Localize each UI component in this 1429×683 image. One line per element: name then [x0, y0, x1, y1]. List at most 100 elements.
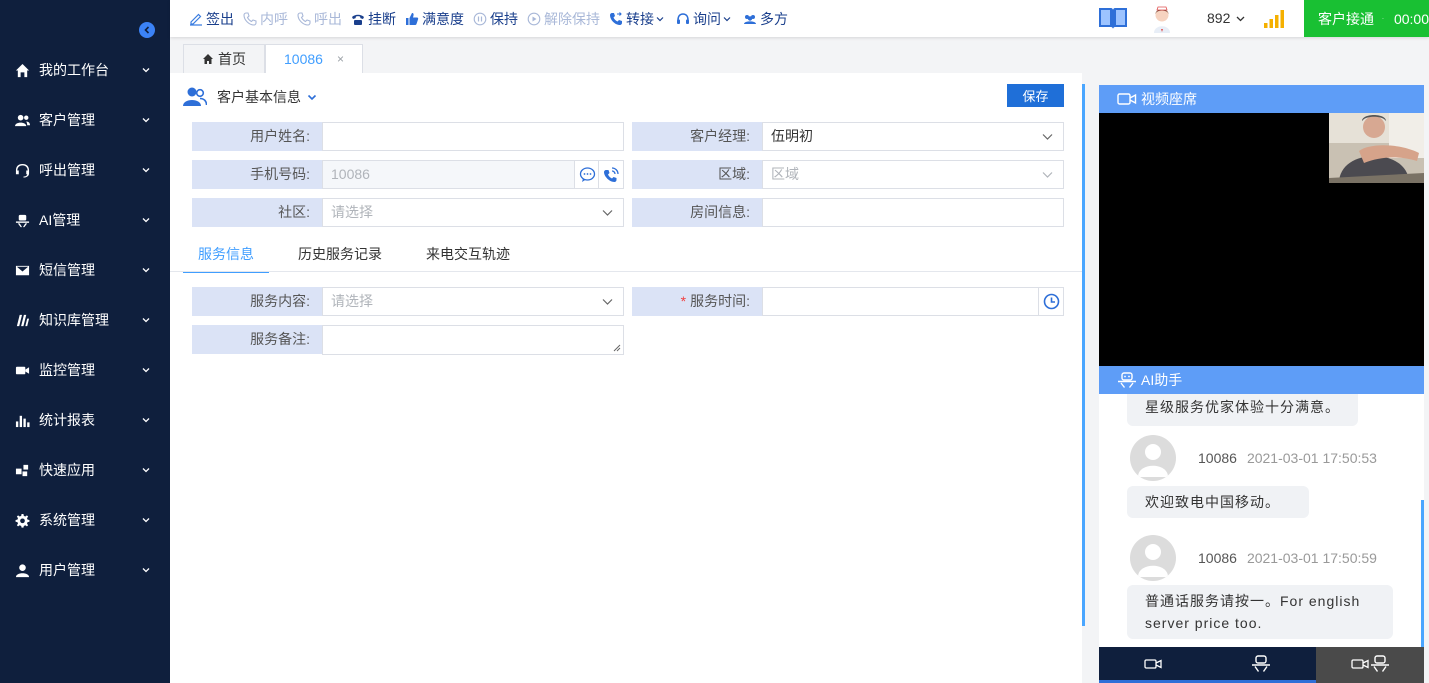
room-input[interactable]	[762, 198, 1064, 227]
users-icon	[13, 111, 31, 129]
video-robot-icon	[1351, 654, 1389, 672]
chevron-down-icon	[142, 468, 150, 473]
sidebar-item-label: 用户管理	[39, 562, 95, 578]
sidebar-item-sms[interactable]: 短信管理	[0, 245, 170, 295]
consult-button[interactable]: 询问	[676, 0, 734, 37]
video-icon	[13, 361, 31, 379]
assistant-panel: 视频座席 AI助手 星级服务优家体验十分满意。 10086 2021-03-01…	[1099, 85, 1424, 683]
chevron-down-icon	[142, 418, 150, 423]
manager-select[interactable]: 伍明初	[762, 122, 1064, 151]
agent-status-dropdown[interactable]: 客户接通 00:00	[1304, 0, 1429, 37]
hold-label: 保持	[490, 10, 518, 27]
agent-avatar[interactable]	[1151, 4, 1173, 34]
message-sender: 10086	[1198, 550, 1237, 566]
sms-button[interactable]	[574, 161, 599, 188]
sidebar-item-monitor[interactable]: 监控管理	[0, 345, 170, 395]
region-row: 区域: 区域	[632, 160, 1064, 189]
phone-input[interactable]: 10086	[322, 160, 624, 189]
chevron-down-icon	[723, 16, 731, 21]
sidebar-item-system[interactable]: 系统管理	[0, 495, 170, 545]
sidebar-item-label: 呼出管理	[39, 162, 95, 178]
transfer-icon	[610, 11, 622, 25]
conference-button[interactable]: 多方	[743, 0, 788, 37]
dial-button[interactable]	[598, 161, 623, 188]
sidebar-item-outbound[interactable]: 呼出管理	[0, 145, 170, 195]
collapse-sidebar-icon[interactable]	[139, 22, 155, 38]
internal-call-button[interactable]: 内呼	[243, 0, 288, 37]
sidebar-item-knowledge[interactable]: 知识库管理	[0, 295, 170, 345]
sidebar-item-customers[interactable]: 客户管理	[0, 95, 170, 145]
avatar	[1130, 535, 1176, 581]
signout-button[interactable]: 签出	[189, 0, 234, 37]
tab-service-history[interactable]: 历史服务记录	[283, 239, 397, 273]
unhold-label: 解除保持	[544, 10, 600, 27]
customer-form-panel: 客户基本信息 保存 用户姓名: 客户经理: 伍明初 手机号码: 10086 区域…	[170, 73, 1082, 683]
community-row: 社区: 请选择	[192, 198, 624, 227]
outbound-call-button[interactable]: 呼出	[297, 0, 342, 37]
tab-label: 首页	[218, 51, 246, 67]
service-time-input[interactable]	[762, 287, 1064, 316]
tab-10086[interactable]: 10086 ×	[265, 44, 363, 73]
satisfaction-button[interactable]: 满意度	[405, 0, 464, 37]
section-header[interactable]: 客户基本信息	[183, 86, 317, 108]
call-actions: 签出 内呼 呼出 挂断 满意度 保持 解除保持 转接 询问 多方	[170, 0, 794, 37]
resize-handle-icon[interactable]	[613, 344, 621, 352]
room-label: 房间信息:	[632, 198, 762, 227]
service-time-label: * 服务时间:	[632, 287, 762, 316]
extension-dropdown[interactable]: 892	[1207, 10, 1245, 26]
outbound-call-label: 呼出	[314, 10, 342, 27]
message-sender: 10086	[1198, 450, 1237, 466]
sidebar-item-label: 知识库管理	[39, 312, 109, 328]
sidebar-item-label: 客户管理	[39, 112, 95, 128]
unhold-button[interactable]: 解除保持	[527, 0, 600, 37]
sidebar-item-workbench[interactable]: 我的工作台	[0, 45, 170, 95]
ai-chat-log: 星级服务优家体验十分满意。 10086 2021-03-01 17:50:53 …	[1099, 394, 1424, 647]
sidebar-item-reports[interactable]: 统计报表	[0, 395, 170, 445]
book-icon[interactable]	[1098, 6, 1128, 30]
service-content-label: 服务内容:	[192, 287, 322, 316]
tab-service-info[interactable]: 服务信息	[183, 239, 269, 273]
form-scrollbar[interactable]	[1082, 84, 1085, 626]
transfer-button[interactable]: 转接	[609, 0, 667, 37]
service-time-row: * 服务时间:	[632, 287, 1064, 316]
chevron-down-icon	[656, 16, 664, 21]
sidebar-item-users[interactable]: 用户管理	[0, 545, 170, 595]
region-label: 区域:	[632, 160, 762, 189]
tab-call-trace[interactable]: 来电交互轨迹	[411, 239, 525, 273]
tab-home[interactable]: 首页	[183, 44, 265, 73]
bar-chart-icon	[13, 411, 31, 429]
message-time: 2021-03-01 17:50:59	[1246, 550, 1377, 566]
chat-scrollbar[interactable]	[1421, 500, 1424, 647]
camera-preview	[1329, 113, 1424, 183]
hold-button[interactable]: 保持	[473, 0, 518, 37]
service-remark-textarea[interactable]	[322, 325, 624, 355]
service-content-select[interactable]: 请选择	[322, 287, 624, 316]
sidebar-item-quick-apps[interactable]: 快速应用	[0, 445, 170, 495]
save-button[interactable]: 保存	[1007, 84, 1064, 107]
service-tabs: 服务信息 历史服务记录 来电交互轨迹	[183, 239, 539, 273]
video-ai-mode-button[interactable]	[1315, 647, 1424, 683]
chevron-down-icon	[142, 118, 150, 123]
sidebar-item-ai[interactable]: AI管理	[0, 195, 170, 245]
hangup-button[interactable]: 挂断	[351, 0, 396, 37]
community-label: 社区:	[192, 198, 322, 227]
manager-row: 客户经理: 伍明初	[632, 122, 1064, 151]
ai-mode-button[interactable]	[1207, 647, 1316, 683]
chevron-down-icon	[142, 168, 150, 173]
chevron-down-icon	[1042, 134, 1053, 140]
chevron-down-icon	[142, 268, 150, 273]
sidebar-menu: 我的工作台 客户管理 呼出管理 AI管理 短信管理 知识库管理 监控管理 统计报…	[0, 45, 170, 595]
chevron-down-icon	[602, 299, 613, 305]
close-icon[interactable]: ×	[337, 52, 344, 66]
time-picker-button[interactable]	[1038, 288, 1063, 315]
video-mode-button[interactable]	[1099, 647, 1208, 683]
consult-label: 询问	[693, 10, 721, 27]
region-select[interactable]: 区域	[762, 160, 1064, 189]
service-remark-row: 服务备注:	[192, 325, 624, 355]
headset-icon	[13, 161, 31, 179]
required-mark: *	[680, 293, 687, 309]
username-input[interactable]	[322, 122, 624, 151]
ai-assistant-header: AI助手	[1099, 366, 1424, 394]
tab-label: 10086	[284, 51, 323, 67]
community-select[interactable]: 请选择	[322, 198, 624, 227]
